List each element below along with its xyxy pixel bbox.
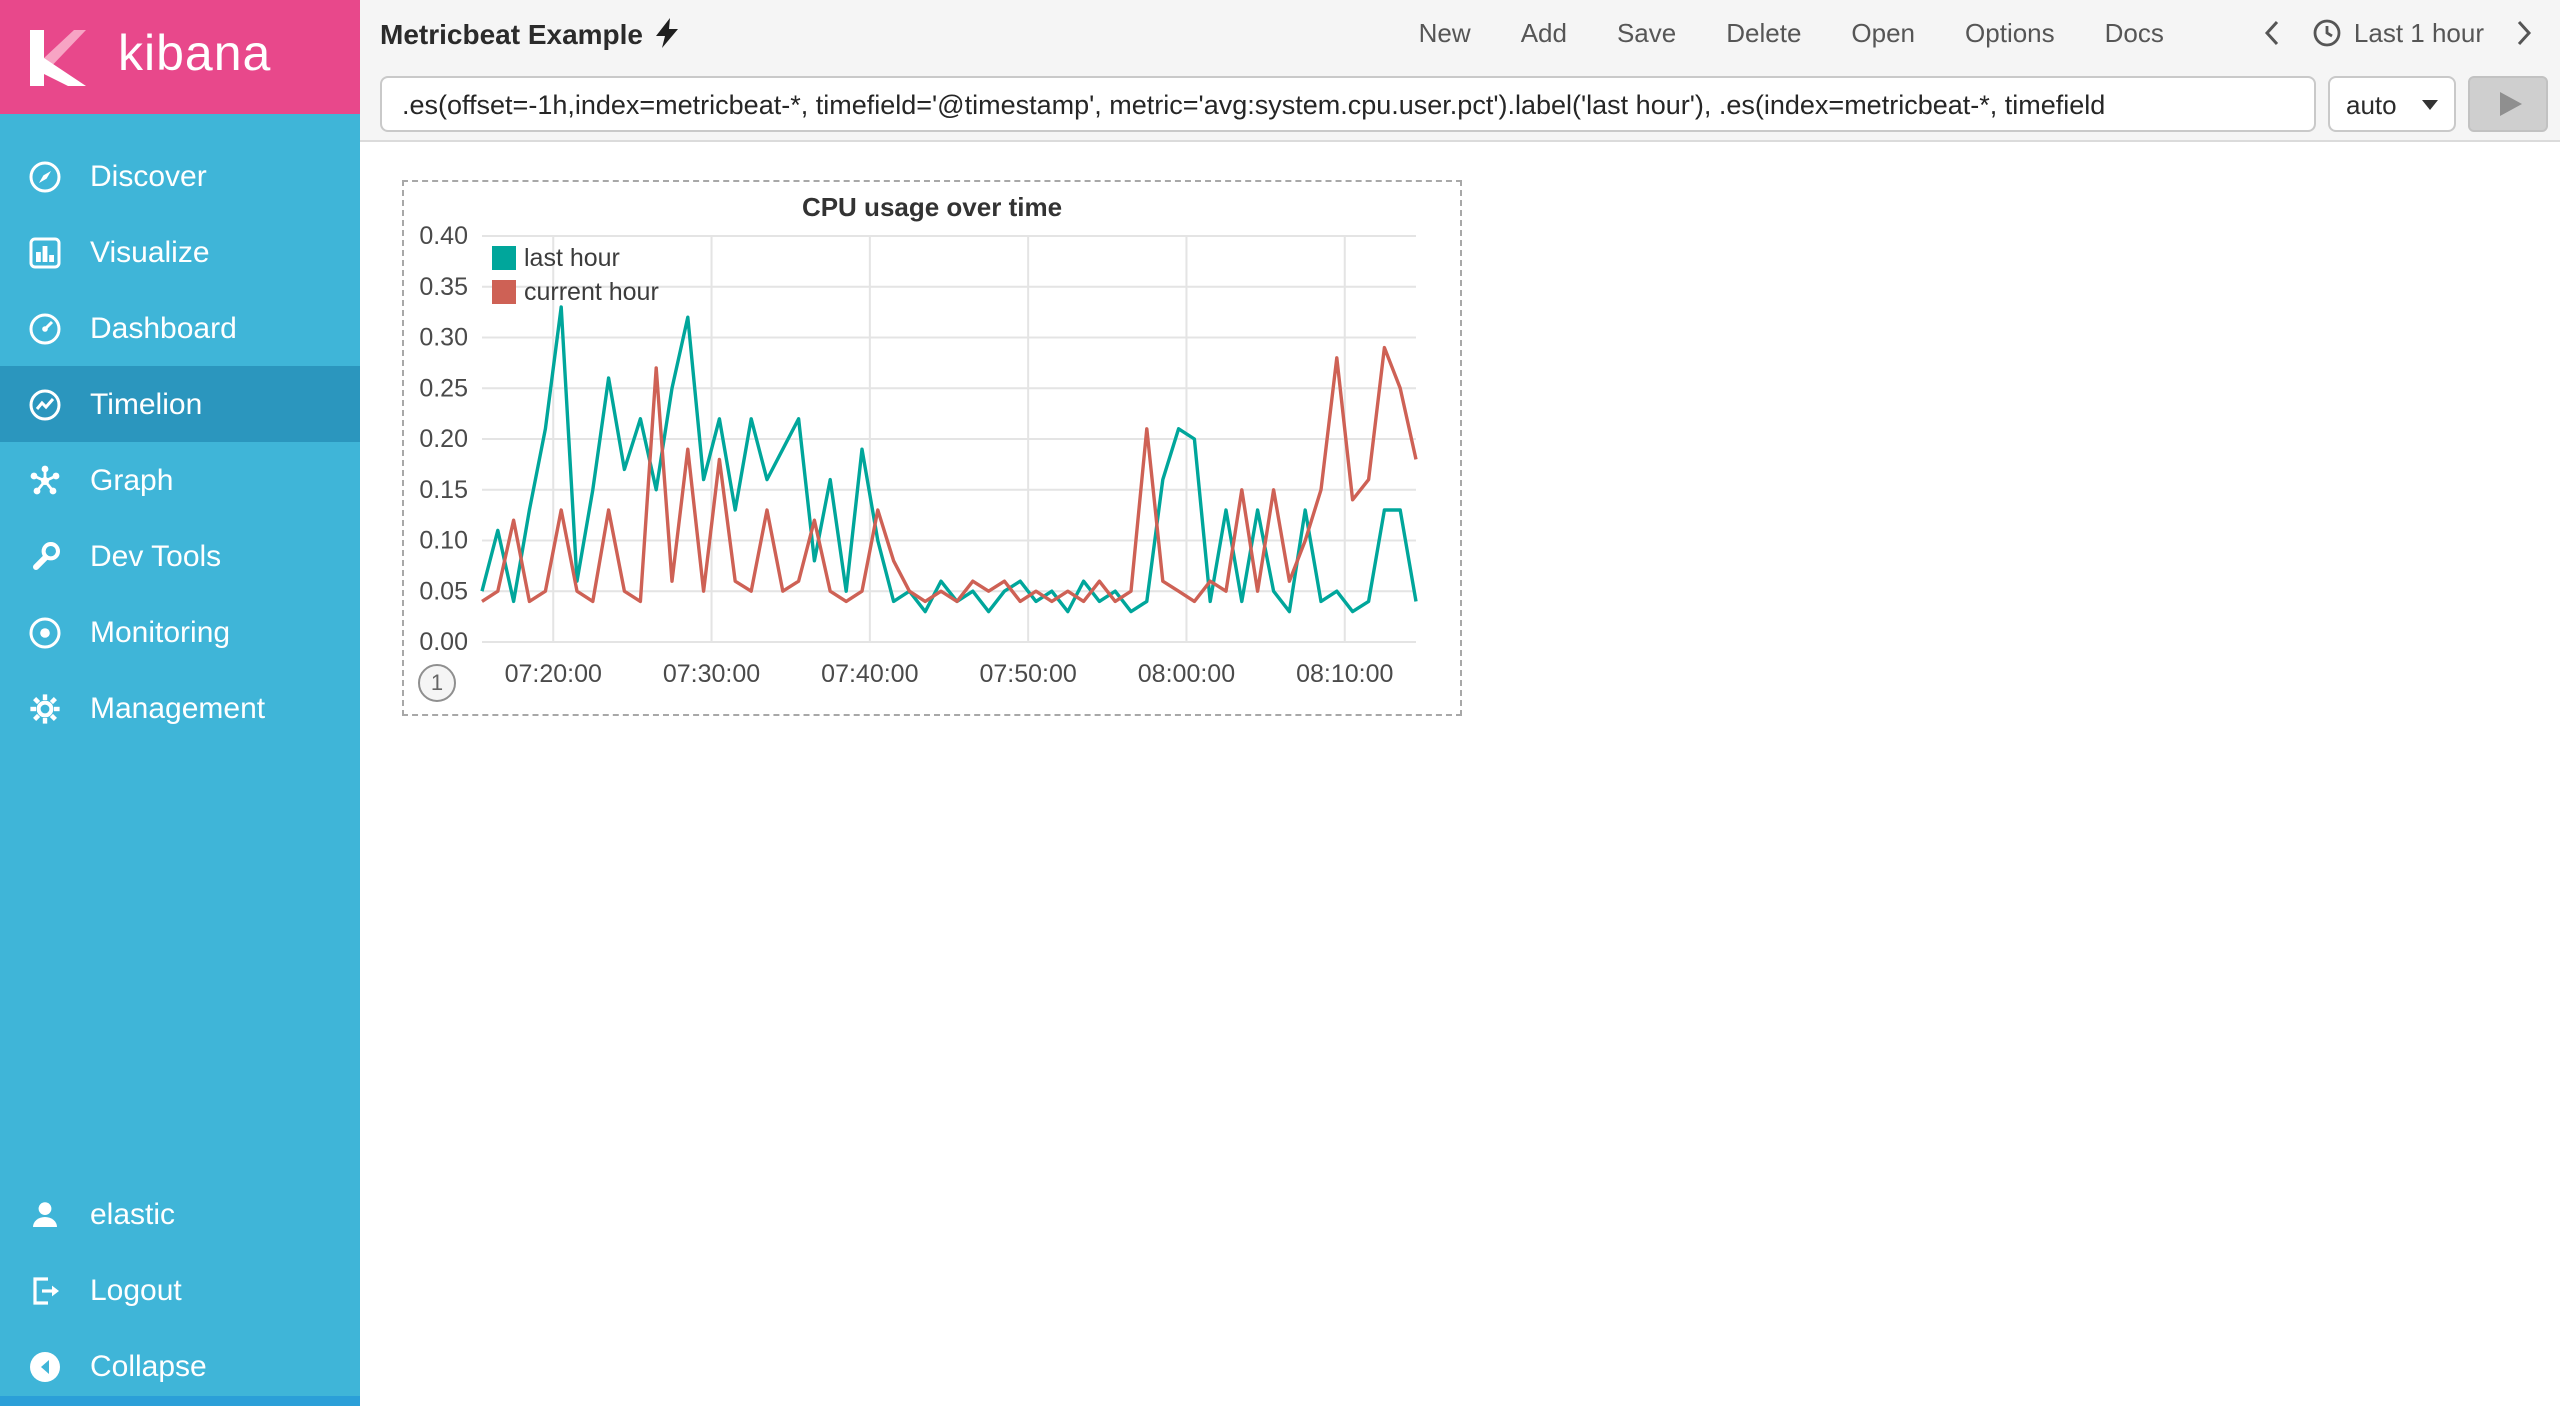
svg-text:0.10: 0.10 [419,527,468,555]
svg-text:07:50:00: 07:50:00 [979,660,1076,688]
svg-text:0.25: 0.25 [419,374,468,402]
kibana-logo[interactable]: kibana [0,0,360,114]
legend-item-last-hour[interactable]: last hour [492,240,659,274]
topbar-menu: New Add Save Delete Open Options Docs La… [1419,18,2532,48]
graph-network-icon [30,464,60,494]
sheet-title-text: Metricbeat Example [380,17,643,49]
bar-chart-icon [29,236,61,268]
chevron-left-icon [2264,20,2279,46]
user-icon [33,1201,57,1226]
svg-text:0.05: 0.05 [419,577,468,605]
sidebar-item-management[interactable]: Management [0,670,360,746]
compass-icon [29,160,61,192]
svg-text:07:20:00: 07:20:00 [505,660,602,688]
sheet-title: Metricbeat Example [380,17,677,49]
svg-text:07:30:00: 07:30:00 [663,660,760,688]
sidebar-item-label: Dashboard [90,311,237,345]
logout-icon [33,1276,59,1304]
clock-icon [2313,19,2341,47]
sidebar-item-label: Dev Tools [90,539,222,573]
timelion-icon [29,388,61,420]
sidebar-item-logout[interactable]: Logout [0,1252,360,1328]
menu-item-options[interactable]: Options [1965,18,2055,48]
svg-text:0.30: 0.30 [419,324,468,352]
menu-item-docs[interactable]: Docs [2105,18,2164,48]
sidebar-item-visualize[interactable]: Visualize [0,214,360,290]
top-nav-bar: Metricbeat Example New Add Save Delete O… [360,0,2560,66]
legend-swatch [492,245,516,269]
svg-text:0.15: 0.15 [419,476,468,504]
svg-text:07:40:00: 07:40:00 [821,660,918,688]
legend-swatch [492,279,516,303]
sidebar-bottom-strip [0,1396,360,1406]
panel-number-badge: 1 [418,664,456,702]
time-next-button[interactable] [2516,20,2532,46]
sidebar-item-monitoring[interactable]: Monitoring [0,594,360,670]
svg-text:0.35: 0.35 [419,273,468,301]
sidebar-item-label: elastic [90,1197,176,1231]
collapse-circle-icon [30,1351,60,1381]
legend-label: current hour [524,277,659,305]
time-prev-button[interactable] [2264,20,2280,46]
header: Metricbeat Example New Add Save Delete O… [360,0,2560,142]
menu-item-open[interactable]: Open [1851,18,1915,48]
time-range-button[interactable]: Last 1 hour [2312,18,2484,48]
sidebar-item-dashboard[interactable]: Dashboard [0,290,360,366]
sidebar-item-label: Monitoring [90,615,231,649]
chart-legend: last hour current hour [492,240,659,308]
gear-icon [30,693,60,723]
sidebar: kibana Discover Visualize Dashboard Time… [0,0,360,1406]
svg-text:0.40: 0.40 [419,222,468,250]
sidebar-item-label: Logout [90,1273,182,1307]
sidebar-item-discover[interactable]: Discover [0,138,360,214]
sidebar-item-dev-tools[interactable]: Dev Tools [0,518,360,594]
menu-item-new[interactable]: New [1419,18,1471,48]
sidebar-item-label: Discover [90,159,207,193]
kibana-logo-text: kibana [118,25,272,81]
sidebar-item-timelion[interactable]: Timelion [0,366,360,442]
interval-select[interactable]: auto [2328,76,2456,132]
time-picker: Last 1 hour [2264,18,2532,48]
play-icon [2499,92,2521,116]
sidebar-item-label: Graph [90,463,174,497]
sidebar-item-label: Visualize [90,235,210,269]
lightning-bolt-icon [655,18,677,48]
kibana-app: kibana Discover Visualize Dashboard Time… [0,0,2560,1406]
sidebar-item-label: Collapse [90,1349,207,1383]
legend-item-current-hour[interactable]: current hour [492,274,659,308]
main-content: 0.00 0.05 0.10 0.15 0.20 0.25 0.30 0.35 0.40 07:2… [360,142,2560,1406]
chevron-down-icon [2422,99,2438,109]
timelion-query-bar: auto [360,66,2560,142]
sidebar-item-label: Management [90,691,266,725]
kibana-logo-icon [30,29,86,85]
sidebar-item-graph[interactable]: Graph [0,442,360,518]
timelion-expression-input[interactable] [380,76,2316,132]
svg-text:08:00:00: 08:00:00 [1138,660,1235,688]
wrench-icon [33,541,60,569]
eye-icon [29,616,61,648]
sidebar-item-user-elastic[interactable]: elastic [0,1176,360,1252]
menu-item-save[interactable]: Save [1617,18,1676,48]
run-expression-button[interactable] [2468,76,2548,132]
svg-text:08:10:00: 08:10:00 [1296,660,1393,688]
menu-item-add[interactable]: Add [1521,18,1567,48]
svg-text:0.00: 0.00 [419,628,468,656]
chart-title: CPU usage over time [801,192,1063,222]
sidebar-footer: elastic Logout Collapse [0,1176,360,1404]
sidebar-item-collapse[interactable]: Collapse [0,1328,360,1404]
menu-item-delete[interactable]: Delete [1726,18,1801,48]
chevron-right-icon [2517,20,2532,46]
svg-text:0.20: 0.20 [419,425,468,453]
interval-value: auto [2346,89,2397,119]
legend-label: last hour [524,243,620,271]
timelion-chart-panel[interactable]: 0.00 0.05 0.10 0.15 0.20 0.25 0.30 0.35 0.40 07:2… [402,180,1462,716]
time-range-label: Last 1 hour [2353,18,2484,48]
sidebar-item-label: Timelion [90,387,203,421]
gauge-icon [29,312,61,344]
sidebar-nav: Discover Visualize Dashboard Timelion Gr… [0,138,360,746]
